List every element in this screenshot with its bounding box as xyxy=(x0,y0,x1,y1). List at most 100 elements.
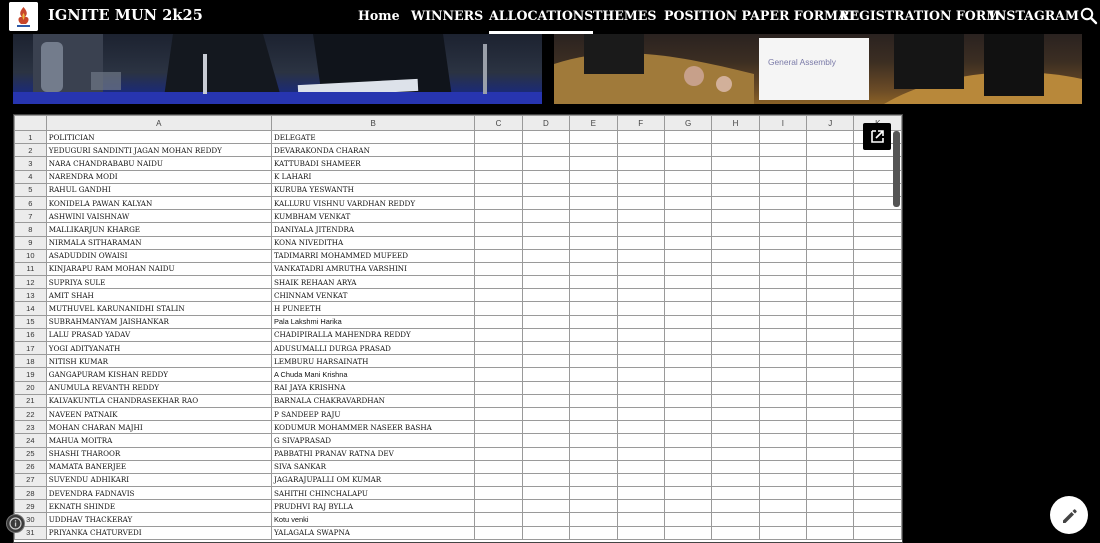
empty-cell[interactable] xyxy=(616,182,665,197)
empty-cell[interactable] xyxy=(474,288,523,303)
empty-cell[interactable] xyxy=(853,512,902,527)
empty-cell[interactable] xyxy=(474,354,523,369)
empty-cell[interactable] xyxy=(569,143,618,158)
empty-cell[interactable] xyxy=(806,222,855,237)
empty-cell[interactable] xyxy=(806,446,855,461)
empty-cell[interactable] xyxy=(521,512,571,527)
empty-cell[interactable] xyxy=(569,209,618,224)
empty-cell[interactable] xyxy=(521,261,571,277)
empty-cell[interactable] xyxy=(711,222,760,237)
empty-cell[interactable] xyxy=(806,169,855,184)
empty-cell[interactable] xyxy=(711,182,760,197)
empty-cell[interactable] xyxy=(663,512,713,527)
empty-cell[interactable] xyxy=(711,486,760,501)
open-in-new-icon[interactable] xyxy=(863,123,891,150)
empty-cell[interactable] xyxy=(663,261,713,277)
delegate-cell[interactable]: P SANDEEP RAJU xyxy=(270,406,476,422)
empty-cell[interactable] xyxy=(758,367,808,382)
empty-cell[interactable] xyxy=(616,275,665,290)
empty-cell[interactable] xyxy=(663,380,713,395)
empty-cell[interactable] xyxy=(711,209,760,224)
politician-cell[interactable]: MAMATA BANERJEE xyxy=(45,459,272,474)
empty-cell[interactable] xyxy=(711,301,760,316)
empty-cell[interactable] xyxy=(616,129,665,145)
empty-cell[interactable] xyxy=(806,288,855,303)
empty-cell[interactable] xyxy=(663,314,713,329)
empty-cell[interactable] xyxy=(663,499,713,514)
empty-cell[interactable] xyxy=(521,499,571,514)
empty-cell[interactable] xyxy=(616,261,665,277)
empty-cell[interactable] xyxy=(758,327,808,343)
delegate-cell[interactable]: VANKATADRI AMRUTHA VARSHINI xyxy=(270,261,476,277)
empty-cell[interactable] xyxy=(569,486,618,501)
empty-cell[interactable] xyxy=(569,340,618,356)
empty-cell[interactable] xyxy=(758,222,808,237)
delegate-cell[interactable]: KODUMUR MOHAMMER NASEER BASHA xyxy=(270,420,476,435)
empty-cell[interactable] xyxy=(663,301,713,316)
empty-cell[interactable] xyxy=(758,195,808,211)
empty-cell[interactable] xyxy=(711,261,760,277)
empty-cell[interactable] xyxy=(474,446,523,461)
empty-cell[interactable] xyxy=(521,393,571,408)
politician-cell[interactable]: ANUMULA REVANTH REDDY xyxy=(45,380,272,395)
empty-cell[interactable] xyxy=(663,340,713,356)
empty-cell[interactable] xyxy=(663,275,713,290)
politician-cell[interactable]: NIRMALA SITHARAMAN xyxy=(45,235,272,250)
nav-allocations[interactable]: ALLOCATIONS xyxy=(489,8,594,34)
politician-cell[interactable]: SUPRIYA SULE xyxy=(45,275,272,290)
empty-cell[interactable] xyxy=(521,288,571,303)
empty-cell[interactable] xyxy=(758,235,808,250)
empty-cell[interactable] xyxy=(663,354,713,369)
empty-cell[interactable] xyxy=(663,209,713,224)
empty-cell[interactable] xyxy=(616,156,665,171)
empty-cell[interactable] xyxy=(521,143,571,158)
politician-cell[interactable]: KONIDELA PAWAN KALYAN xyxy=(45,195,272,211)
empty-cell[interactable] xyxy=(711,235,760,250)
politician-cell[interactable]: AMIT SHAH xyxy=(45,288,272,303)
empty-cell[interactable] xyxy=(711,129,760,145)
delegate-cell[interactable]: Pala Lakshmi Harika xyxy=(270,314,476,329)
empty-cell[interactable] xyxy=(806,406,855,422)
empty-cell[interactable] xyxy=(474,222,523,237)
empty-cell[interactable] xyxy=(521,275,571,290)
empty-cell[interactable] xyxy=(806,156,855,171)
empty-cell[interactable] xyxy=(663,143,713,158)
empty-cell[interactable] xyxy=(616,367,665,382)
delegate-cell[interactable]: DANIYALA JITENDRA xyxy=(270,222,476,237)
site-title[interactable]: IGNITE MUN 2k25 xyxy=(48,7,203,24)
empty-cell[interactable] xyxy=(806,380,855,395)
empty-cell[interactable] xyxy=(474,235,523,250)
empty-cell[interactable] xyxy=(758,275,808,290)
empty-cell[interactable] xyxy=(711,248,760,263)
empty-cell[interactable] xyxy=(521,209,571,224)
empty-cell[interactable] xyxy=(663,248,713,263)
empty-cell[interactable] xyxy=(569,182,618,197)
empty-cell[interactable] xyxy=(474,367,523,382)
empty-cell[interactable] xyxy=(711,472,760,488)
empty-cell[interactable] xyxy=(663,222,713,237)
delegate-cell[interactable]: CHINNAM VENKAT xyxy=(270,288,476,303)
empty-cell[interactable] xyxy=(569,261,618,277)
delegate-cell[interactable]: K LAHARI xyxy=(270,169,476,184)
empty-cell[interactable] xyxy=(474,433,523,448)
empty-cell[interactable] xyxy=(521,406,571,422)
empty-cell[interactable] xyxy=(853,406,902,422)
empty-cell[interactable] xyxy=(616,354,665,369)
empty-cell[interactable] xyxy=(663,129,713,145)
delegate-cell[interactable]: JAGARAJUPALLI OM KUMAR xyxy=(270,472,476,488)
empty-cell[interactable] xyxy=(758,143,808,158)
empty-cell[interactable] xyxy=(711,459,760,474)
politician-cell[interactable]: LALU PRASAD YADAV xyxy=(45,327,272,343)
empty-cell[interactable] xyxy=(616,248,665,263)
delegate-cell[interactable]: SHAIK REHAAN ARYA xyxy=(270,275,476,290)
empty-cell[interactable] xyxy=(521,222,571,237)
empty-cell[interactable] xyxy=(758,129,808,145)
empty-cell[interactable] xyxy=(806,420,855,435)
empty-cell[interactable] xyxy=(711,499,760,514)
empty-cell[interactable] xyxy=(474,459,523,474)
empty-cell[interactable] xyxy=(616,301,665,316)
empty-cell[interactable] xyxy=(758,499,808,514)
empty-cell[interactable] xyxy=(569,129,618,145)
empty-cell[interactable] xyxy=(806,340,855,356)
empty-cell[interactable] xyxy=(663,406,713,422)
